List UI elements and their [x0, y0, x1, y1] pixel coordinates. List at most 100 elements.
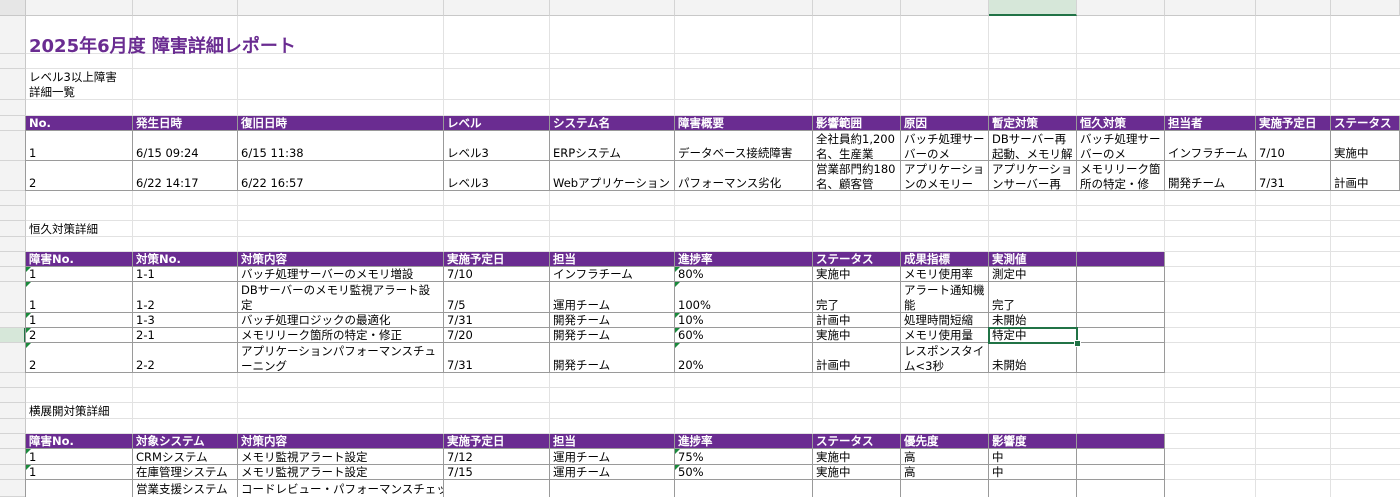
permanent-cell[interactable]: 未開始 — [989, 313, 1077, 328]
incident-header[interactable]: 原因 — [901, 116, 989, 131]
spreadsheet-grid[interactable]: 2025年6月度 障害詳細レポート レベル3以上障害 詳細一覧 No. 発生日時 復旧日時… — [0, 0, 1400, 497]
permanent-cell[interactable]: メモリリーク箇所の特定・修正 — [238, 328, 444, 343]
row-header-6[interactable] — [0, 131, 26, 161]
horizontal-cell[interactable]: メモリ監視アラート設定 — [238, 449, 444, 465]
permanent-header[interactable]: 担当 — [550, 252, 675, 267]
horizontal-header[interactable]: 対策内容 — [238, 434, 444, 449]
permanent-cell[interactable]: 7/31 — [444, 343, 550, 373]
incident-cell[interactable]: 1 — [26, 131, 133, 161]
row-header-20[interactable] — [0, 403, 26, 419]
section-title-permanent[interactable]: 恒久対策詳細 — [26, 221, 238, 237]
incident-cell[interactable]: バッチ処理サーバーのメ — [1077, 131, 1165, 161]
permanent-cell[interactable]: 開発チーム — [550, 343, 675, 373]
horizontal-cell[interactable]: 中 — [989, 449, 1077, 465]
permanent-cell[interactable]: DBサーバーのメモリ監視アラート設定 — [238, 282, 444, 313]
row-header-4[interactable] — [0, 100, 26, 116]
incident-cell[interactable]: 2 — [26, 161, 133, 191]
horizontal-header[interactable]: 進捗率 — [675, 434, 813, 449]
permanent-cell[interactable]: 1 — [26, 313, 133, 328]
permanent-header[interactable]: 実測値 — [989, 252, 1077, 267]
incident-cell[interactable]: レベル3 — [444, 161, 550, 191]
permanent-cell[interactable]: 開発チーム — [550, 313, 675, 328]
row-header-23[interactable] — [0, 449, 26, 465]
permanent-cell[interactable]: 100% — [675, 282, 813, 313]
row-header-11[interactable] — [0, 237, 26, 252]
horizontal-cell[interactable]: 運用チーム — [550, 449, 675, 465]
active-cell-selection[interactable] — [988, 327, 1078, 344]
permanent-cell[interactable]: 1 — [26, 282, 133, 313]
row-header-18[interactable] — [0, 373, 26, 388]
permanent-cell[interactable]: バッチ処理サーバーのメモリ増設 — [238, 267, 444, 282]
permanent-cell[interactable]: 測定中 — [989, 267, 1077, 282]
incident-cell[interactable]: DBサーバー再起動、メモリ解 — [989, 131, 1077, 161]
horizontal-header[interactable]: 担当 — [550, 434, 675, 449]
incident-cell[interactable]: 7/10 — [1256, 131, 1331, 161]
permanent-header[interactable]: 成果指標 — [901, 252, 989, 267]
incident-cell[interactable]: 7/31 — [1256, 161, 1331, 191]
permanent-cell[interactable]: レスポンスタイム<3秒 — [901, 343, 989, 373]
permanent-cell[interactable]: 2-1 — [133, 328, 238, 343]
permanent-header[interactable]: ステータス — [813, 252, 901, 267]
row-header-22[interactable] — [0, 434, 26, 449]
column-header-l[interactable] — [1256, 0, 1331, 16]
row-header-17[interactable] — [0, 343, 26, 373]
permanent-cell[interactable]: 80% — [675, 267, 813, 282]
incident-cell[interactable]: インフラチーム — [1165, 131, 1256, 161]
permanent-cell[interactable]: 7/31 — [444, 313, 550, 328]
incident-cell[interactable]: メモリリーク箇所の特定・修 — [1077, 161, 1165, 191]
permanent-cell[interactable]: 実施中 — [813, 267, 901, 282]
permanent-header[interactable]: 実施予定日 — [444, 252, 550, 267]
horizontal-cell[interactable]: 50% — [675, 465, 813, 480]
horizontal-cell[interactable]: 1 — [26, 449, 133, 465]
permanent-cell[interactable]: 10% — [675, 313, 813, 328]
row-header-13[interactable] — [0, 267, 26, 282]
permanent-cell[interactable]: 計画中 — [813, 343, 901, 373]
report-subtitle-line1[interactable]: レベル3以上障害 — [26, 69, 238, 85]
incident-cell[interactable]: 計画中 — [1331, 161, 1400, 191]
incident-header[interactable]: 障害概要 — [675, 116, 813, 131]
incident-cell[interactable]: 6/15 09:24 — [133, 131, 238, 161]
horizontal-cell[interactable]: 高 — [901, 465, 989, 480]
incident-cell[interactable]: アプリケーションサーバー再 — [989, 161, 1077, 191]
incident-header[interactable]: 影響範囲 — [813, 116, 901, 131]
permanent-cell[interactable]: 処理時間短縮 — [901, 313, 989, 328]
row-header-19[interactable] — [0, 388, 26, 403]
permanent-cell[interactable]: 実施中 — [813, 328, 901, 343]
permanent-cell[interactable]: アプリケーションパフォーマンスチューニング — [238, 343, 444, 373]
horizontal-cell[interactable] — [813, 480, 901, 497]
horizontal-cell[interactable]: 7/15 — [444, 465, 550, 480]
horizontal-cell[interactable]: コードレビュー・パフォーマンスチェッ — [238, 480, 444, 497]
permanent-cell[interactable]: 20% — [675, 343, 813, 373]
horizontal-cell[interactable] — [550, 480, 675, 497]
permanent-cell[interactable]: 1-3 — [133, 313, 238, 328]
permanent-cell[interactable]: インフラチーム — [550, 267, 675, 282]
horizontal-cell[interactable]: 高 — [901, 449, 989, 465]
permanent-cell[interactable]: アラート通知機能 — [901, 282, 989, 313]
incident-header[interactable]: システム名 — [550, 116, 675, 131]
permanent-cell[interactable]: 7/5 — [444, 282, 550, 313]
permanent-cell[interactable]: メモリ使用率 — [901, 267, 989, 282]
incident-header[interactable]: 恒久対策 — [1077, 116, 1165, 131]
horizontal-cell[interactable]: CRMシステム — [133, 449, 238, 465]
permanent-cell[interactable]: 1-2 — [133, 282, 238, 313]
incident-header[interactable]: 暫定対策 — [989, 116, 1077, 131]
incident-header[interactable]: 発生日時 — [133, 116, 238, 131]
horizontal-cell[interactable]: 実施中 — [813, 465, 901, 480]
permanent-cell[interactable]: 60% — [675, 328, 813, 343]
permanent-cell[interactable]: 完了 — [989, 282, 1077, 313]
incident-cell[interactable]: 開発チーム — [1165, 161, 1256, 191]
horizontal-cell[interactable]: 1 — [26, 465, 133, 480]
horizontal-cell[interactable]: 運用チーム — [550, 465, 675, 480]
permanent-header[interactable]: 障害No. — [26, 252, 133, 267]
column-header-a[interactable] — [26, 0, 133, 16]
permanent-cell[interactable]: 完了 — [813, 282, 901, 313]
column-header-g[interactable] — [813, 0, 901, 16]
horizontal-cell[interactable]: 75% — [675, 449, 813, 465]
horizontal-cell[interactable]: 実施中 — [813, 449, 901, 465]
permanent-cell[interactable]: 7/10 — [444, 267, 550, 282]
horizontal-header[interactable]: 優先度 — [901, 434, 989, 449]
row-header-10[interactable] — [0, 221, 26, 237]
horizontal-header[interactable]: 障害No. — [26, 434, 133, 449]
incident-cell[interactable]: アプリケーションのメモリー — [901, 161, 989, 191]
row-header-16[interactable] — [0, 328, 26, 343]
